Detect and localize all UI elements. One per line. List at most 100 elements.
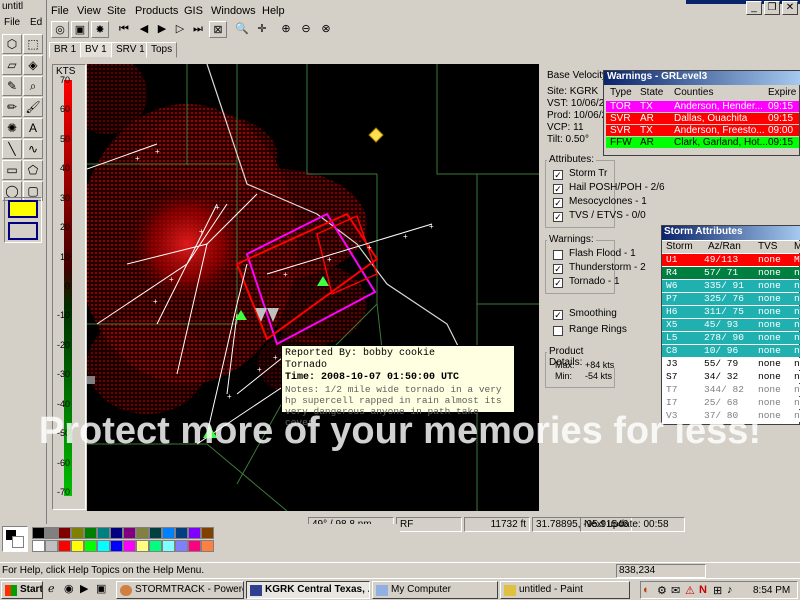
- storm-row[interactable]: S7 34/ 32 none n: [662, 371, 800, 383]
- desktop-icon[interactable]: ▣: [96, 582, 106, 595]
- pencil-icon[interactable]: ✏: [2, 97, 22, 117]
- warning-filter-checkbox[interactable]: ✓: [553, 278, 563, 288]
- palette-swatch[interactable]: [201, 527, 214, 539]
- palette-swatch[interactable]: [110, 527, 123, 539]
- palette-swatch[interactable]: [123, 540, 136, 552]
- storm-row[interactable]: I7 25/ 68 none n: [662, 397, 800, 409]
- storm-row[interactable]: L5 278/ 90 none n: [662, 332, 800, 344]
- zoom-icon[interactable]: 🔍: [233, 21, 251, 38]
- zoom-out-icon[interactable]: ⊖: [297, 21, 315, 38]
- eraser-icon[interactable]: ▱: [2, 55, 22, 75]
- menu-gis[interactable]: GIS: [184, 5, 203, 17]
- storm-row[interactable]: W6 335/ 91 none n: [662, 280, 800, 292]
- save-icon[interactable]: ▣: [71, 21, 89, 38]
- palette-swatch[interactable]: [149, 540, 162, 552]
- current-colors[interactable]: [2, 526, 28, 552]
- palette-swatch[interactable]: [201, 540, 214, 552]
- last-frame-icon[interactable]: ⏭: [189, 21, 207, 38]
- volume-icon[interactable]: ♪: [727, 584, 733, 596]
- palette-swatch[interactable]: [45, 540, 58, 552]
- palette-swatch[interactable]: [136, 540, 149, 552]
- menu-products[interactable]: Products: [135, 5, 178, 17]
- palette-swatch[interactable]: [175, 527, 188, 539]
- tab-srv1[interactable]: SRV 1: [111, 42, 150, 58]
- attribute-checkbox[interactable]: ✓: [553, 170, 563, 180]
- menu-site[interactable]: Site: [107, 5, 126, 17]
- menu-file[interactable]: File: [51, 5, 69, 17]
- opaque-option-icon[interactable]: [8, 200, 38, 218]
- header-counties[interactable]: Counties: [674, 87, 713, 98]
- palette-swatch[interactable]: [149, 527, 162, 539]
- task-my-computer[interactable]: My Computer: [372, 581, 498, 599]
- palette-swatch[interactable]: [84, 540, 97, 552]
- tool-options[interactable]: [4, 197, 42, 243]
- free-select-icon[interactable]: ⬡: [2, 34, 22, 54]
- menu-view[interactable]: View: [77, 5, 101, 17]
- storm-row[interactable]: H6 311/ 75 none n: [662, 306, 800, 318]
- header-state[interactable]: State: [640, 87, 663, 98]
- palette-swatch[interactable]: [71, 527, 84, 539]
- menu-windows[interactable]: Windows: [211, 5, 256, 17]
- storm-row[interactable]: T7 344/ 82 none n: [662, 384, 800, 396]
- attribute-checkbox[interactable]: ✓: [553, 212, 563, 222]
- task-grlevel3[interactable]: KGRK Central Texas, ...: [246, 581, 370, 599]
- header-tvs[interactable]: TVS: [758, 241, 777, 252]
- warning-row[interactable]: FFW AR Clark, Garland, Hot... 09:15: [606, 137, 799, 148]
- palette-swatch[interactable]: [188, 527, 201, 539]
- smoothing-checkbox[interactable]: ✓: [553, 310, 563, 320]
- tab-br1[interactable]: BR 1: [49, 42, 82, 58]
- palette-swatch[interactable]: [32, 527, 45, 539]
- curve-icon[interactable]: ∿: [23, 139, 43, 159]
- storm-row[interactable]: J3 55/ 79 none n: [662, 358, 800, 370]
- palette-swatch[interactable]: [162, 527, 175, 539]
- palette-swatch[interactable]: [188, 540, 201, 552]
- storm-row[interactable]: U1 49/113 none M: [662, 254, 800, 266]
- header-m[interactable]: M: [794, 241, 800, 252]
- palette-swatch[interactable]: [58, 527, 71, 539]
- palette-swatch[interactable]: [136, 527, 149, 539]
- start-button[interactable]: Start: [1, 581, 43, 599]
- task-paint[interactable]: untitled - Paint: [500, 581, 630, 599]
- transparent-option-icon[interactable]: [8, 222, 38, 240]
- warning-row[interactable]: TOR TX Anderson, Hender... 09:15: [606, 101, 799, 112]
- palette-swatch[interactable]: [32, 540, 45, 552]
- open-icon[interactable]: ◎: [51, 21, 69, 38]
- range-rings-checkbox[interactable]: [553, 326, 563, 336]
- text-icon[interactable]: A: [23, 118, 43, 138]
- palette-swatch[interactable]: [175, 540, 188, 552]
- first-frame-icon[interactable]: ⏮: [115, 21, 133, 38]
- header-azran[interactable]: Az/Ran: [708, 241, 741, 252]
- tray-icon-2[interactable]: ⚙: [657, 584, 667, 597]
- play-icon[interactable]: ▶: [153, 21, 171, 38]
- palette-swatch[interactable]: [71, 540, 84, 552]
- warning-filter-checkbox[interactable]: [553, 250, 563, 260]
- header-expire[interactable]: Expire: [768, 87, 796, 98]
- warning-row[interactable]: SVR TX Anderson, Freesto... 09:00: [606, 125, 799, 136]
- storm-row[interactable]: X5 45/ 93 none n: [662, 319, 800, 331]
- warning-filter-checkbox[interactable]: ✓: [553, 264, 563, 274]
- magnifier-icon[interactable]: ⌕: [23, 76, 43, 96]
- brush-icon[interactable]: 🖌: [23, 97, 43, 117]
- prev-frame-icon[interactable]: ◀: [135, 21, 153, 38]
- restore-icon[interactable]: ❐: [764, 1, 780, 15]
- palette-swatch[interactable]: [97, 540, 110, 552]
- polygon-icon[interactable]: ⬠: [23, 160, 43, 180]
- zoom-reset-icon[interactable]: ⊗: [317, 21, 335, 38]
- task-stormtrack[interactable]: STORMTRACK - Powered...: [116, 581, 244, 599]
- airbrush-icon[interactable]: ✺: [2, 118, 22, 138]
- tab-tops[interactable]: Tops: [146, 42, 178, 58]
- tray-icon-4[interactable]: ⚠: [685, 584, 695, 597]
- storm-row[interactable]: P7 325/ 76 none n: [662, 293, 800, 305]
- fill-icon[interactable]: ◈: [23, 55, 43, 75]
- pan-icon[interactable]: ✛: [253, 21, 271, 38]
- header-storm[interactable]: Storm: [666, 241, 693, 252]
- header-type[interactable]: Type: [610, 87, 632, 98]
- attribute-checkbox[interactable]: ✓: [553, 184, 563, 194]
- minimize-icon[interactable]: _: [746, 1, 762, 15]
- palette-swatch[interactable]: [110, 540, 123, 552]
- picker-icon[interactable]: ✎: [2, 76, 22, 96]
- palette-swatch[interactable]: [84, 527, 97, 539]
- tray-icon-6[interactable]: ⊞: [713, 584, 722, 597]
- paint-menu-file[interactable]: File: [4, 17, 20, 28]
- paint-menu-edit[interactable]: Ed: [30, 17, 42, 28]
